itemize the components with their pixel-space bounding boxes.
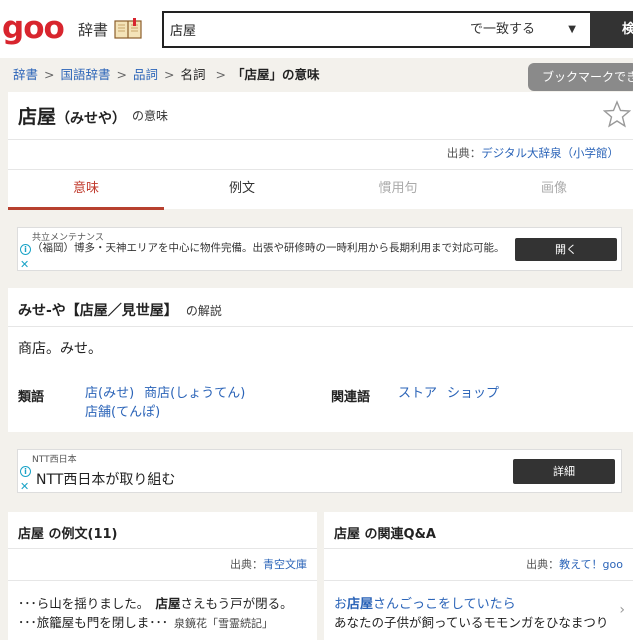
definition-heading: みせ-や【店屋／見世屋】 の解説: [18, 300, 222, 320]
ad-sponsor: NTT西日本: [32, 455, 77, 465]
search-button[interactable]: 検索: [590, 11, 633, 48]
headword: 店屋: [18, 106, 57, 128]
header: goo 辞書 で一致する ▼ 検索: [0, 0, 633, 58]
tab-meaning[interactable]: 意味: [8, 170, 164, 210]
ad-banner[interactable]: NTT西日本 i ✕ NTT西日本が取り組む 詳細: [17, 449, 622, 493]
meaning-suffix: の意味: [132, 109, 169, 123]
book-icon: [114, 18, 142, 39]
divider: [324, 548, 633, 549]
divider: [324, 580, 633, 581]
qa-card: 店屋 の関連Q&A 出典：教えて！goo お店屋さんごっこをしていたら あなたの…: [324, 512, 633, 640]
examples-source: 出典：青空文庫: [230, 556, 307, 572]
qa-source: 出典：教えて！goo: [526, 556, 623, 572]
example-sentence[interactable]: ･･･ら山を揺りました。 店屋さえもう戸が閉る。: [18, 593, 293, 612]
source-prefix: 出典：: [446, 146, 482, 160]
synonym-label: 類語: [18, 390, 45, 405]
related-label: 関連語: [331, 390, 371, 405]
qa-question-link[interactable]: お店屋さんごっこをしていたら: [334, 593, 516, 612]
ad-close-icon[interactable]: ✕: [20, 258, 29, 271]
qa-keyword: 店屋: [347, 597, 374, 612]
ad-info-icon[interactable]: i: [20, 466, 31, 477]
example-text: さえもう戸が閉る。: [180, 596, 293, 611]
chevron-right-icon: >: [116, 67, 127, 82]
breadcrumb-japanese-dictionary[interactable]: 国語辞書: [61, 67, 111, 82]
page-title: 店屋（みせや）: [18, 102, 126, 129]
divider: [8, 580, 317, 581]
chevron-right-icon: >: [164, 67, 175, 82]
ad-info-icon[interactable]: i: [20, 244, 31, 255]
tab-examples[interactable]: 例文: [164, 170, 320, 210]
examples-title: 店屋 の例文(11): [18, 527, 118, 542]
definition-body: 商店。みせ。: [18, 341, 102, 357]
example-keyword: 店屋: [155, 596, 181, 611]
explanation-suffix: の解説: [185, 304, 222, 318]
headword-reading: （みせや）: [56, 111, 127, 127]
source-credit: 出典：デジタル大辞泉（小学館）: [447, 145, 619, 161]
example-sentence[interactable]: ･･･旅籠屋も門を閉しま･･･ 泉鏡花「雪霊続記」: [18, 612, 273, 631]
breadcrumb: 辞書 > 国語辞書 > 品詞 > 名詞 > 「店屋」の意味: [13, 64, 324, 83]
match-mode-select[interactable]: で一致する ▼: [464, 13, 590, 46]
search-box: で一致する ▼: [162, 11, 592, 48]
ad-banner[interactable]: 共立メンテナンス i ✕ （福岡）博多・天神エリアを中心に物件完備。出張や研修時…: [17, 227, 622, 271]
definition-card: みせ-や【店屋／見世屋】 の解説 商店。みせ。 類語 店(みせ) 商店(しょうてん)…: [8, 288, 633, 432]
example-text: ･･･旅籠屋も門を閉しま･･･: [18, 615, 169, 630]
related-link[interactable]: ストア: [398, 386, 437, 401]
chevron-right-icon: >: [215, 67, 226, 82]
chevron-right-icon: >: [44, 67, 55, 82]
examples-source-link[interactable]: 青空文庫: [263, 558, 307, 571]
qa-answer-snippet: あなたの子供が飼っているモモンガをひなまつり: [334, 615, 609, 630]
definition-headword: みせ-や【店屋／見世屋】: [18, 303, 178, 319]
tab-images: 画像: [540, 181, 567, 196]
bookmark-tooltip: ブックマークできます: [528, 63, 633, 91]
synonym-link[interactable]: 店(みせ): [85, 386, 134, 401]
breadcrumb-noun: 名詞: [180, 67, 206, 82]
ad-details-button[interactable]: 詳細: [513, 459, 615, 484]
example-text: ･･･ら山を揺りました。: [18, 596, 156, 611]
related-list: ストア ショップ: [398, 384, 509, 403]
qa-title: 店屋 の関連Q&A: [334, 527, 436, 542]
match-mode-value: で一致する: [470, 22, 536, 37]
source-prefix: 出典：: [230, 558, 263, 571]
tab-idioms: 慣用句: [378, 181, 418, 196]
synonym-link[interactable]: 商店(しょうてん): [144, 386, 245, 401]
breadcrumb-dictionary[interactable]: 辞書: [13, 67, 38, 82]
qa-question-text: さんごっこをしていたら: [373, 597, 516, 612]
related-link[interactable]: ショップ: [447, 386, 499, 401]
qa-question-text: お: [334, 597, 348, 612]
synonym-link[interactable]: 店舗(てんぽ): [85, 405, 160, 420]
divider: [8, 326, 633, 327]
bookmark-star-icon[interactable]: [603, 100, 631, 128]
divider: [8, 548, 317, 549]
chevron-right-icon[interactable]: ›: [619, 602, 625, 618]
divider: [8, 139, 633, 140]
example-source: 泉鏡花「雪霊続記」: [174, 617, 274, 630]
ad-text: NTT西日本が取り組む: [36, 472, 176, 488]
breadcrumb-current: 「店屋」の意味: [232, 67, 320, 82]
search-input[interactable]: [164, 13, 454, 46]
entry-title-card: 店屋（みせや） の意味 出典：デジタル大辞泉（小学館） 意味 例文 慣用句 画像: [8, 92, 633, 210]
dictionary-label[interactable]: 辞書: [78, 19, 108, 40]
source-prefix: 出典：: [526, 558, 560, 571]
dropdown-caret-icon: ▼: [568, 24, 576, 35]
goo-logo[interactable]: goo: [2, 10, 65, 46]
source-link[interactable]: デジタル大辞泉（小学館）: [481, 146, 619, 160]
ad-text: （福岡）博多・天神エリアを中心に物件完備。出張や研修時の一時利用から長期利用まで…: [32, 242, 505, 254]
synonym-list: 店(みせ) 商店(しょうてん) 店舗(てんぽ): [85, 384, 285, 422]
examples-card: 店屋 の例文(11) 出典：青空文庫 ･･･ら山を揺りました。 店屋さえもう戸が…: [8, 512, 317, 640]
qa-source-link[interactable]: 教えて！goo: [559, 558, 623, 571]
breadcrumb-part-of-speech[interactable]: 品詞: [133, 67, 158, 82]
ad-close-icon[interactable]: ✕: [20, 480, 29, 493]
tab-bar: 意味 例文 慣用句 画像: [8, 169, 633, 210]
ad-open-button[interactable]: 開く: [515, 238, 617, 261]
